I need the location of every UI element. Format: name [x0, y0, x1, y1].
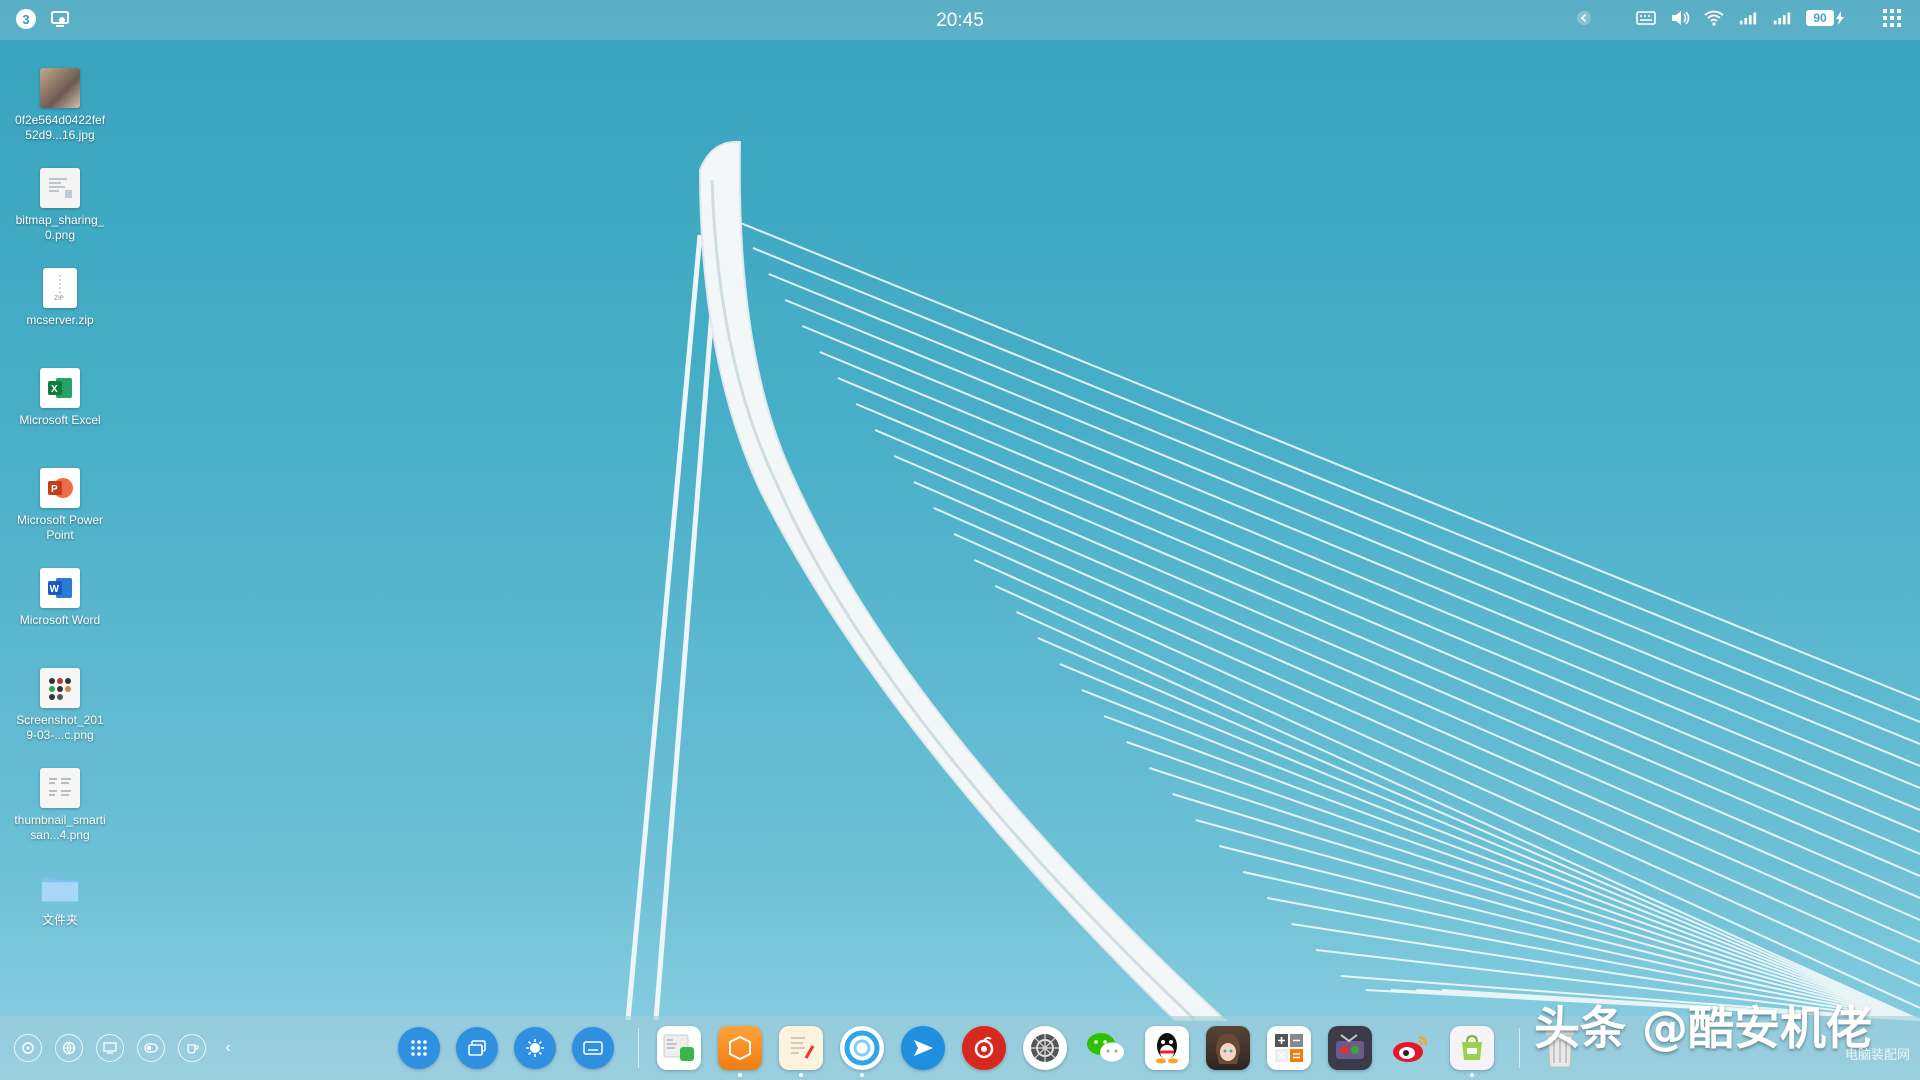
dock-left-controls: ‹	[14, 1034, 237, 1062]
svg-text:X: X	[51, 384, 58, 395]
cup-icon[interactable]	[178, 1034, 206, 1062]
desktop-file-thumbnail[interactable]: thumbnail_smartisan...4.png	[12, 768, 108, 868]
browser-icon[interactable]	[840, 1026, 884, 1077]
signal-icon-2	[1772, 8, 1792, 28]
volume-icon[interactable]	[1670, 8, 1690, 28]
settings-icon[interactable]	[1023, 1026, 1067, 1070]
dock-separator-2	[1519, 1028, 1520, 1068]
dock-apps	[398, 1026, 1589, 1077]
notification-badge[interactable]: 3	[16, 9, 36, 29]
svg-text:ZIP: ZIP	[54, 295, 64, 302]
weibo-icon[interactable]	[1389, 1026, 1433, 1070]
qq-icon[interactable]	[1145, 1026, 1189, 1070]
battery-indicator[interactable]: 90	[1806, 10, 1834, 26]
toggle-icon[interactable]	[137, 1034, 165, 1062]
watermark-site: 电脑装配网	[1844, 1047, 1910, 1062]
top-status-bar: 3 20:45 90	[0, 0, 1920, 40]
collapse-chevron-icon[interactable]	[1574, 8, 1594, 28]
calculator-icon[interactable]	[1267, 1026, 1311, 1070]
app-grid-icon[interactable]	[1882, 8, 1902, 28]
keyboard-icon[interactable]	[1636, 8, 1656, 28]
svg-text:P: P	[51, 484, 58, 495]
multitask-icon[interactable]	[456, 1027, 498, 1069]
svg-text:W: W	[50, 584, 60, 595]
charging-icon	[1836, 11, 1844, 25]
control-center-icon[interactable]	[514, 1027, 556, 1069]
screenshot-thumbnail-icon	[40, 668, 80, 708]
wallpaper	[625, 140, 1920, 1022]
screen-cast-icon[interactable]	[50, 9, 70, 29]
excel-icon: X	[40, 368, 80, 408]
photo-thumbnail-icon	[40, 68, 80, 108]
file-manager-icon[interactable]	[657, 1026, 701, 1070]
desktop-folder[interactable]: 文件夹	[12, 868, 108, 968]
powerpoint-icon: P	[40, 468, 80, 508]
sheets-icon[interactable]	[718, 1026, 762, 1077]
image-file-icon	[40, 168, 80, 208]
word-icon: W	[40, 568, 80, 608]
desktop-app-word[interactable]: W Microsoft Word	[12, 568, 108, 668]
wifi-icon[interactable]	[1704, 8, 1724, 28]
zip-file-icon: ZIP	[43, 268, 77, 308]
collapse-dock-icon[interactable]: ‹	[219, 1034, 237, 1062]
app-store-icon[interactable]	[1450, 1026, 1494, 1077]
folder-icon	[40, 868, 80, 908]
desktop-file-bitmap[interactable]: bitmap_sharing_0.png	[12, 168, 108, 268]
avatar-app-icon[interactable]	[1206, 1026, 1250, 1070]
desktop-file-screenshot[interactable]: Screenshot_2019-03-...c.png	[12, 668, 108, 768]
launcher-grid-icon[interactable]	[398, 1027, 440, 1069]
netease-music-icon[interactable]	[962, 1026, 1006, 1070]
signal-icon-1	[1738, 8, 1758, 28]
desktop-app-powerpoint[interactable]: P Microsoft PowerPoint	[12, 468, 108, 568]
video-icon[interactable]	[1328, 1026, 1372, 1070]
lock-icon[interactable]	[14, 1034, 42, 1062]
keyboard-mode-icon[interactable]	[572, 1027, 614, 1069]
desktop-file-zip[interactable]: ZIP mcserver.zip	[12, 268, 108, 368]
globe-icon[interactable]	[55, 1034, 83, 1062]
desktop-app-excel[interactable]: X Microsoft Excel	[12, 368, 108, 468]
notes-icon[interactable]	[779, 1026, 823, 1077]
desktop-icons: 0f2e564d0422fef52d9...16.jpg bitmap_shar…	[12, 68, 108, 968]
watermark-text: 头条 @酷安机佬	[1534, 1001, 1873, 1055]
screen-icon[interactable]	[96, 1034, 124, 1062]
send-icon[interactable]	[901, 1026, 945, 1070]
thumbnail-icon	[40, 768, 80, 808]
desktop-file-jpg[interactable]: 0f2e564d0422fef52d9...16.jpg	[12, 68, 108, 168]
wechat-icon[interactable]	[1084, 1026, 1128, 1070]
dock-separator	[638, 1028, 639, 1068]
